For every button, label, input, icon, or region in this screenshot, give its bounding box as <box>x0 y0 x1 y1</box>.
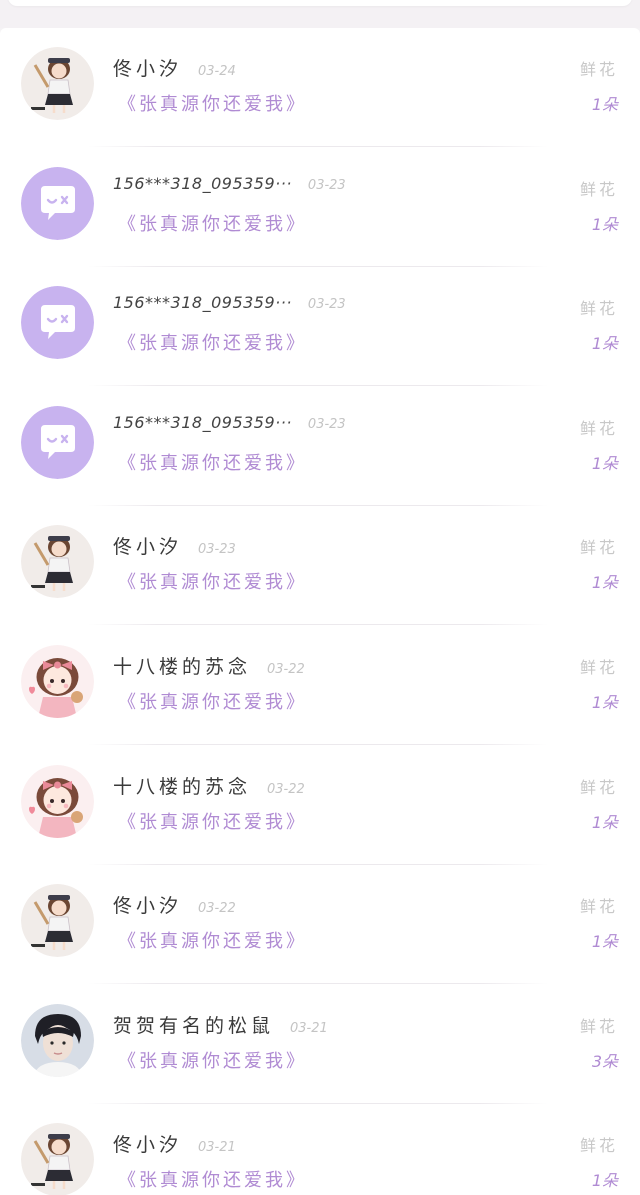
gift-count: 1朵 <box>591 1171 618 1191</box>
gift-type-label: 鲜花 <box>579 1136 618 1156</box>
purple-chat-bubble-avatar[interactable] <box>21 286 94 360</box>
gift-count: 1朵 <box>591 932 618 952</box>
book-title-link[interactable]: 《张真源你还爱我》 <box>118 90 307 116</box>
book-title-link[interactable]: 《张真源你还爱我》 <box>118 210 307 236</box>
girl-figure-avatar[interactable] <box>21 884 94 958</box>
book-title-link[interactable]: 《张真源你还爱我》 <box>118 927 307 953</box>
user-name[interactable]: 佟小汐 <box>113 1130 182 1157</box>
name-line: 156***318_095359··· 03-23 <box>113 174 346 193</box>
gift-count: 1朵 <box>591 334 618 354</box>
book-title-link[interactable]: 《张真源你还爱我》 <box>118 688 307 714</box>
gift-date: 03-23 <box>198 542 236 558</box>
user-name[interactable]: 佟小汐 <box>113 891 182 918</box>
gift-count: 1朵 <box>591 573 618 593</box>
girl-figure-avatar[interactable] <box>21 47 94 120</box>
gift-type-label: 鲜花 <box>579 658 618 677</box>
gift-date: 03-24 <box>198 64 236 79</box>
gift-record-row[interactable]: 佟小汐 03-24 《张真源你还爱我》 鲜花 1朵 <box>0 28 640 148</box>
gift-type-label: 鲜花 <box>579 777 618 797</box>
gift-count: 1朵 <box>591 95 618 114</box>
gift-date: 03-22 <box>267 781 305 797</box>
gift-record-list: 佟小汐 03-24 《张真源你还爱我》 鲜花 1朵 156***318_095359···… <box>0 28 640 1195</box>
gift-date: 03-23 <box>307 416 346 432</box>
name-line: 佟小汐 03-22 <box>113 891 236 918</box>
gift-record-row[interactable]: 佟小汐 03-23 《张真源你还爱我》 鲜花 1朵 <box>0 506 640 626</box>
gift-record-row[interactable]: 156***318_095359··· 03-23 《张真源你还爱我》 鲜花 1朵 <box>0 387 640 507</box>
gift-type-label: 鲜花 <box>579 299 618 319</box>
gift-type-label: 鲜花 <box>579 179 618 199</box>
user-name[interactable]: 贺贺有名的松鼠 <box>113 1011 274 1038</box>
gift-record-row[interactable]: 贺贺有名的松鼠 03-21 《张真源你还爱我》 鲜花 3朵 <box>0 985 640 1105</box>
book-title-link[interactable]: 《张真源你还爱我》 <box>118 449 307 475</box>
gift-type-label: 鲜花 <box>579 538 618 558</box>
gift-record-row[interactable]: 156***318_095359··· 03-23 《张真源你还爱我》 鲜花 1朵 <box>0 267 640 387</box>
gift-date: 03-21 <box>290 1020 328 1036</box>
top-strip <box>0 0 640 28</box>
gift-record-row[interactable]: 十八楼的苏念 03-22 《张真源你还爱我》 鲜花 1朵 <box>0 746 640 866</box>
book-title-link[interactable]: 《张真源你还爱我》 <box>118 568 307 594</box>
name-line: 十八楼的苏念 03-22 <box>113 772 305 799</box>
gift-date: 03-21 <box>198 1140 236 1156</box>
gift-record-row[interactable]: 156***318_095359··· 03-23 《张真源你还爱我》 鲜花 1朵 <box>0 148 640 268</box>
gift-type-label: 鲜花 <box>579 897 618 917</box>
girl-figure-avatar[interactable] <box>21 1123 94 1195</box>
gift-type-label: 鲜花 <box>579 1016 618 1036</box>
name-line: 156***318_095359··· 03-23 <box>113 413 346 432</box>
gift-record-row[interactable]: 佟小汐 03-22 《张真源你还爱我》 鲜花 1朵 <box>0 865 640 985</box>
photo-portrait-avatar[interactable] <box>21 1003 94 1077</box>
user-name[interactable]: 佟小汐 <box>113 532 182 559</box>
gift-count: 1朵 <box>591 693 618 712</box>
name-line: 156***318_095359··· 03-23 <box>113 293 346 312</box>
gift-record-row[interactable]: 十八楼的苏念 03-22 《张真源你还爱我》 鲜花 1朵 <box>0 626 640 746</box>
name-line: 十八楼的苏念 03-22 <box>113 652 305 679</box>
name-line: 佟小汐 03-24 <box>113 54 236 81</box>
user-name[interactable]: 156***318_095359··· <box>113 174 292 193</box>
gift-record-row[interactable]: 佟小汐 03-21 《张真源你还爱我》 鲜花 1朵 <box>0 1104 640 1195</box>
name-line: 佟小汐 03-23 <box>113 532 236 559</box>
gift-count: 1朵 <box>591 812 618 832</box>
pink-bow-girl-avatar[interactable] <box>21 764 94 838</box>
purple-chat-bubble-avatar[interactable] <box>21 166 94 240</box>
book-title-link[interactable]: 《张真源你还爱我》 <box>118 1166 307 1192</box>
user-name[interactable]: 156***318_095359··· <box>113 293 292 312</box>
gift-date: 03-23 <box>307 177 346 193</box>
gift-type-label: 鲜花 <box>579 60 618 79</box>
top-card-edge <box>8 0 632 6</box>
name-line: 佟小汐 03-21 <box>113 1130 236 1157</box>
gift-count: 1朵 <box>591 453 618 473</box>
gift-date: 03-22 <box>267 662 305 677</box>
gift-date: 03-22 <box>198 901 236 917</box>
pink-bow-girl-avatar[interactable] <box>21 645 94 718</box>
name-line: 贺贺有名的松鼠 03-21 <box>113 1011 328 1038</box>
gift-count: 1朵 <box>591 214 618 234</box>
purple-chat-bubble-avatar[interactable] <box>21 405 94 479</box>
girl-figure-avatar[interactable] <box>21 525 94 599</box>
gift-type-label: 鲜花 <box>579 418 618 438</box>
user-name[interactable]: 156***318_095359··· <box>113 413 292 432</box>
book-title-link[interactable]: 《张真源你还爱我》 <box>118 1047 307 1073</box>
gift-date: 03-23 <box>307 297 346 313</box>
user-name[interactable]: 十八楼的苏念 <box>113 652 251 679</box>
gift-count: 3朵 <box>591 1051 618 1071</box>
user-name[interactable]: 十八楼的苏念 <box>113 772 251 799</box>
user-name[interactable]: 佟小汐 <box>113 54 182 81</box>
book-title-link[interactable]: 《张真源你还爱我》 <box>118 329 307 355</box>
book-title-link[interactable]: 《张真源你还爱我》 <box>118 808 307 834</box>
